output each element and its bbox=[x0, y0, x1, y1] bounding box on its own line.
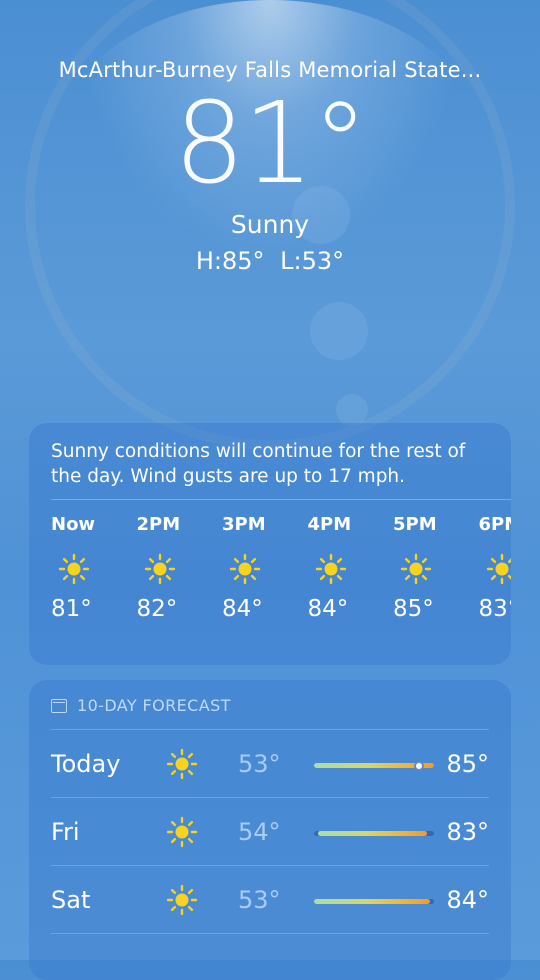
forecast-day: Today bbox=[51, 750, 121, 778]
sun-icon bbox=[165, 815, 199, 853]
forecast-high: 83° bbox=[446, 818, 489, 846]
sun-icon bbox=[57, 552, 91, 586]
current-temp-indicator bbox=[414, 760, 424, 771]
forecast-low: 53° bbox=[238, 886, 281, 914]
temperature-range-bar bbox=[314, 831, 434, 836]
forecast-high: 84° bbox=[446, 886, 489, 914]
sun-icon bbox=[143, 552, 177, 586]
forecast-day: Fri bbox=[51, 818, 80, 846]
forecast-row[interactable]: Today 53° 85° bbox=[29, 730, 511, 798]
hour-temp: 82° bbox=[136, 596, 178, 622]
sun-icon bbox=[165, 747, 199, 785]
temperature-range-bar bbox=[314, 760, 434, 771]
forecast-low: 53° bbox=[238, 750, 281, 778]
divider bbox=[51, 933, 489, 934]
temperature-range-fill bbox=[317, 831, 427, 836]
current-conditions: McArthur-Burney Falls Memorial State... … bbox=[0, 58, 540, 275]
temperature-range-fill bbox=[314, 899, 431, 904]
forecast-high: 85° bbox=[446, 750, 489, 778]
hour-label: 4PM bbox=[307, 514, 352, 535]
hour-item: 2PM 82° bbox=[137, 514, 223, 622]
forecast-day: Sat bbox=[51, 886, 91, 914]
forecast-low: 54° bbox=[238, 818, 281, 846]
hour-temp: 84° bbox=[222, 596, 263, 622]
hour-item: Now 81° bbox=[51, 514, 137, 622]
hour-label: 2PM bbox=[136, 514, 181, 535]
hour-label: 6PM bbox=[478, 514, 512, 535]
lens-flare bbox=[310, 302, 368, 360]
hour-temp: 81° bbox=[51, 596, 92, 622]
sun-icon bbox=[228, 552, 262, 586]
sun-icon bbox=[165, 883, 199, 921]
hour-temp: 83° bbox=[478, 596, 512, 622]
ten-day-forecast-card[interactable]: 10-DAY FORECAST Today 53° 85° Fri 54° 83… bbox=[29, 680, 511, 980]
current-condition: Sunny bbox=[230, 210, 310, 239]
hour-item: 3PM 84° bbox=[222, 514, 308, 622]
high-low: H:85° L:53° bbox=[0, 247, 540, 275]
hour-temp: 85° bbox=[393, 596, 434, 622]
calendar-icon bbox=[51, 698, 67, 713]
forecast-header: 10-DAY FORECAST bbox=[51, 696, 489, 715]
low-temp: L:53° bbox=[280, 247, 345, 275]
hour-item: 6PM 83° bbox=[478, 514, 512, 622]
divider bbox=[51, 499, 511, 500]
sun-icon bbox=[314, 552, 348, 586]
hour-item: 5PM 85° bbox=[393, 514, 479, 622]
hour-temp: 84° bbox=[307, 596, 349, 622]
current-temperature: 81° bbox=[173, 79, 369, 209]
hour-item: 4PM 84° bbox=[308, 514, 394, 622]
lens-flare bbox=[336, 394, 368, 426]
sun-icon bbox=[485, 552, 511, 586]
hour-label: 3PM bbox=[222, 514, 266, 535]
forecast-row[interactable]: Fri 54° 83° bbox=[29, 798, 511, 866]
forecast-title: 10-DAY FORECAST bbox=[77, 696, 231, 715]
sun-icon bbox=[399, 552, 433, 586]
forecast-summary: Sunny conditions will continue for the r… bbox=[51, 441, 466, 487]
hour-label: 5PM bbox=[393, 514, 437, 535]
hourly-forecast-card[interactable]: Sunny conditions will continue for the r… bbox=[29, 423, 511, 665]
forecast-row[interactable]: Sat 53° 84° bbox=[29, 866, 511, 934]
hour-label: Now bbox=[51, 514, 96, 535]
hourly-scroll[interactable]: Now 81° 2PM 82° 3PM 84° 4PM 84° 5PM 85° … bbox=[29, 514, 511, 622]
temperature-range-bar bbox=[314, 899, 434, 904]
high-temp: H:85° bbox=[195, 247, 265, 275]
